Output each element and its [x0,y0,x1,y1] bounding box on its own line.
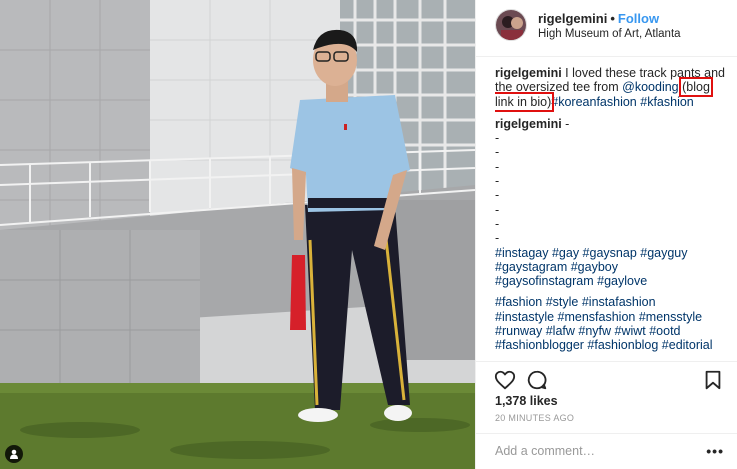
hashtag-line[interactable]: #runway #lafw #nyfw #wiwt #ootd [495,324,725,338]
avatar[interactable] [495,9,527,41]
comment-dash: - [495,202,500,217]
hashtag-line[interactable]: #fashion #style #instafashion [495,295,725,309]
comment-text: - [561,116,570,131]
post-photo[interactable] [0,0,475,469]
mention-link[interactable]: @kooding [622,80,678,94]
comment-dash: - [495,216,500,231]
post-sidebar: rigelgemini • Follow High Museum of Art, A… [475,0,737,469]
comment: rigelgemini - - - - - - - - - #instagay … [495,117,725,353]
likes-count[interactable]: 1,378 likes [495,394,558,408]
hashtag-line[interactable]: #gaystagram #gayboy [495,260,725,274]
header-username[interactable]: rigelgemini [538,11,607,26]
hashtag-line[interactable]: #instastyle #mensfashion #mensstyle [495,310,725,324]
add-comment-input[interactable] [495,444,695,458]
add-comment-bar: ••• [476,433,737,469]
follow-button[interactable]: Follow [618,11,659,26]
heart-icon[interactable] [494,369,516,391]
caption-username[interactable]: rigelgemini [495,66,562,80]
user-tag-icon[interactable] [5,445,23,463]
hashtag-line[interactable]: #instagay #gay #gaysnap #gayguy [495,246,725,260]
post-timestamp[interactable]: 20 MINUTES AGO [495,413,574,423]
comments-list[interactable]: rigelgemini I loved these track pants an… [495,66,725,360]
comment-icon[interactable] [526,369,548,391]
location-link[interactable]: High Museum of Art, Atlanta [538,28,681,40]
comment-dash: - [495,231,500,246]
comment-dash: - [495,131,500,146]
photo-scene [0,0,475,469]
comment-dash: - [495,174,500,189]
hashtag-line[interactable]: #fashionblogger #fashionblog #editorial [495,338,725,352]
caption: rigelgemini I loved these track pants an… [495,66,725,112]
comment-username[interactable]: rigelgemini [495,117,562,131]
hashtag-line[interactable]: #gaysofinstagram #gaylove [495,274,725,288]
comment-dash: - [495,159,500,174]
header-separator: • [610,11,615,26]
hashtag-link[interactable]: #kfashion [640,95,694,109]
comment-dash: - [495,188,500,203]
header-user-row: rigelgemini • Follow [538,11,659,26]
comment-dash: - [495,145,500,160]
bookmark-icon[interactable] [702,369,724,391]
action-bar [476,361,737,397]
post-header: rigelgemini • Follow High Museum of Art, A… [476,0,737,57]
more-options-button[interactable]: ••• [706,443,724,459]
hashtag-link[interactable]: #koreanfashion [551,95,636,109]
